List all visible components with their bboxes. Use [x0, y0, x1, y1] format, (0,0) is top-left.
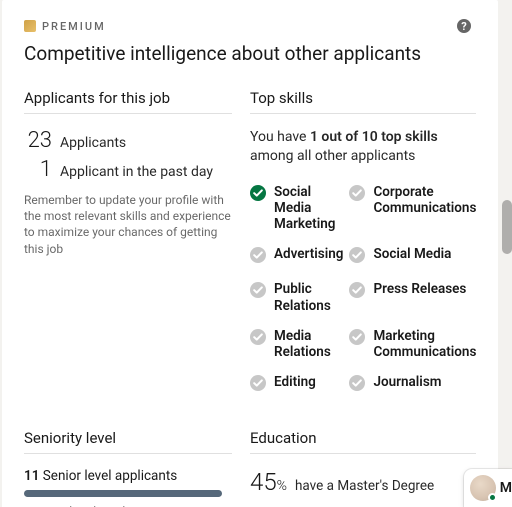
card-title: Competitive intelligence about other app…: [24, 42, 476, 65]
education-header: Education: [250, 429, 476, 454]
applicants-recent: 1 Applicant in the past day: [24, 157, 232, 182]
check-muted-icon: [250, 329, 266, 349]
premium-card: PREMIUM ? Competitive intelligence about…: [2, 0, 498, 507]
applicants-total-count: 23: [24, 128, 52, 153]
skill-label: Advertising: [274, 246, 343, 262]
top-skills-intro-suffix: among all other applicants: [250, 148, 415, 164]
skill-item: Corporate Communications: [349, 184, 476, 233]
skill-item: Public Relations: [250, 281, 343, 313]
check-muted-icon: [250, 375, 266, 395]
scrollbar-thumb[interactable]: [502, 200, 512, 254]
check-muted-icon: [349, 375, 365, 395]
skill-label: Public Relations: [274, 281, 343, 313]
seniority-item: 11 Senior level applicants: [24, 468, 232, 497]
premium-label: PREMIUM: [42, 20, 106, 33]
skill-label: Marketing Communications: [373, 328, 476, 360]
applicants-recent-count: 1: [24, 157, 52, 182]
skill-item: Journalism: [349, 374, 476, 395]
applicants-total: 23 Applicants: [24, 128, 232, 153]
top-skills-intro-prefix: You have: [250, 129, 310, 145]
skill-label: Social Media Marketing: [274, 184, 343, 233]
education-item: 45% have a Master's Degree: [250, 468, 476, 496]
seniority-bar: [24, 490, 222, 497]
top-skills-intro: You have 1 out of 10 top skills among al…: [250, 128, 476, 166]
education-label: have a Master's Degree: [295, 478, 434, 494]
skill-item: Marketing Communications: [349, 328, 476, 360]
presence-indicator: [488, 493, 497, 502]
top-skills-intro-bold: 1 out of 10 top skills: [310, 129, 438, 145]
check-muted-icon: [349, 329, 365, 349]
premium-badge-row: PREMIUM ?: [24, 18, 476, 34]
skill-item: Editing: [250, 374, 343, 395]
seniority-list: 11 Senior level applicants5 Entry level …: [24, 468, 232, 507]
update-profile-reminder: Remember to update your profile with the…: [24, 192, 232, 257]
skill-label: Press Releases: [373, 281, 466, 297]
education-pct: 45%: [250, 468, 287, 496]
skill-item: Social Media: [349, 246, 476, 267]
skill-label: Corporate Communications: [373, 184, 476, 216]
education-list: 45%have a Master's Degree30%have a Bache…: [250, 468, 476, 507]
help-icon[interactable]: ?: [456, 18, 472, 34]
skill-item: Social Media Marketing: [250, 184, 343, 233]
skill-item: Press Releases: [349, 281, 476, 313]
top-skills-header: Top skills: [250, 89, 476, 114]
check-muted-icon: [349, 185, 365, 205]
check-muted-icon: [250, 282, 266, 302]
skill-label: Media Relations: [274, 328, 343, 360]
applicants-recent-label: Applicant in the past day: [60, 164, 213, 180]
check-muted-icon: [250, 247, 266, 267]
applicants-header: Applicants for this job: [24, 89, 232, 114]
messaging-overlay[interactable]: M: [464, 469, 512, 507]
check-muted-icon: [349, 247, 365, 267]
skill-item: Advertising: [250, 246, 343, 267]
skills-grid: Social Media Marketing Corporate Communic…: [250, 184, 476, 395]
messaging-initial: M: [500, 480, 512, 496]
avatar: [470, 475, 496, 501]
skill-label: Journalism: [373, 374, 441, 390]
skill-item: Media Relations: [250, 328, 343, 360]
check-icon: [250, 185, 266, 205]
skill-label: Social Media: [373, 246, 451, 262]
applicants-total-label: Applicants: [60, 135, 126, 151]
seniority-text: 11 Senior level applicants: [24, 468, 232, 484]
svg-text:?: ?: [461, 20, 467, 33]
check-muted-icon: [349, 282, 365, 302]
skill-label: Editing: [274, 374, 316, 390]
premium-icon: [24, 20, 36, 32]
seniority-header: Seniority level: [24, 429, 232, 454]
